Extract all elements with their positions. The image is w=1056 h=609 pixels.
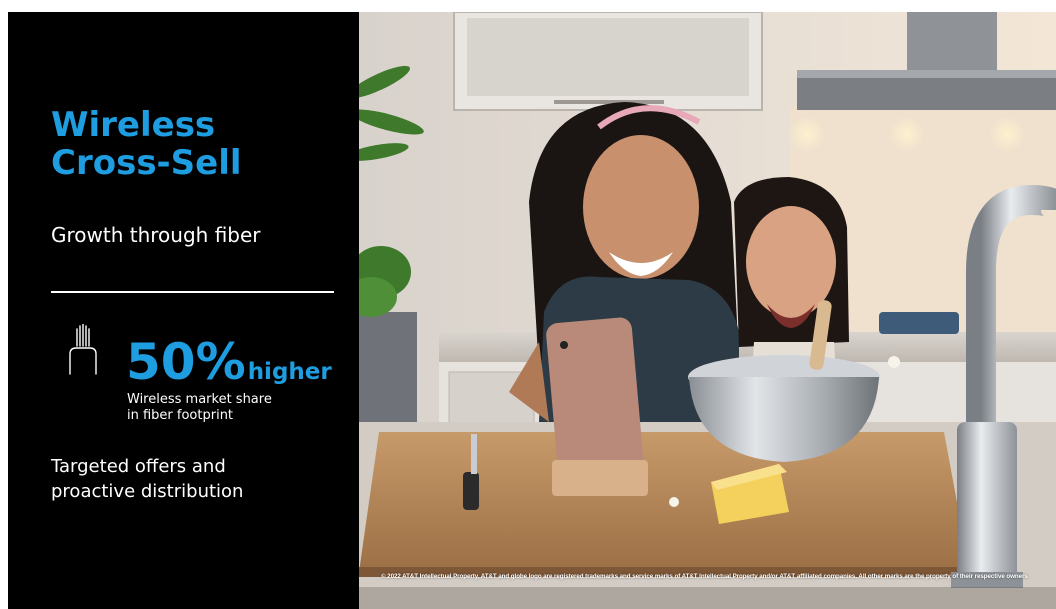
title-line-1: Wireless bbox=[51, 105, 216, 145]
offers-line-1: Targeted offers and bbox=[51, 456, 226, 477]
offers-text: Targeted offers and proactive distributi… bbox=[51, 454, 341, 504]
offers-line-2: proactive distribution bbox=[51, 481, 244, 502]
stat-caption: Wireless market share in fiber footprint bbox=[127, 392, 317, 424]
stat-row: 50%higher bbox=[126, 336, 332, 388]
title-line-2: Cross-Sell bbox=[51, 143, 242, 183]
stat-number: 50% bbox=[126, 333, 246, 391]
photo-illustration bbox=[359, 12, 1056, 609]
legal-notice: © 2022 AT&T Intellectual Property. AT&T … bbox=[381, 573, 1028, 580]
kitchen-photo: © 2022 AT&T Intellectual Property. AT&T … bbox=[359, 12, 1056, 609]
stat-suffix: higher bbox=[247, 359, 332, 385]
stat-caption-line-2: in fiber footprint bbox=[127, 408, 234, 423]
slide-title: Wireless Cross-Sell bbox=[51, 106, 242, 182]
slide: Wireless Cross-Sell Growth through fiber… bbox=[8, 12, 1056, 609]
left-panel: Wireless Cross-Sell Growth through fiber… bbox=[8, 12, 359, 609]
fiber-icon bbox=[69, 324, 97, 375]
stat-caption-line-1: Wireless market share bbox=[127, 392, 272, 407]
divider bbox=[51, 291, 334, 293]
slide-subtitle: Growth through fiber bbox=[51, 223, 261, 247]
